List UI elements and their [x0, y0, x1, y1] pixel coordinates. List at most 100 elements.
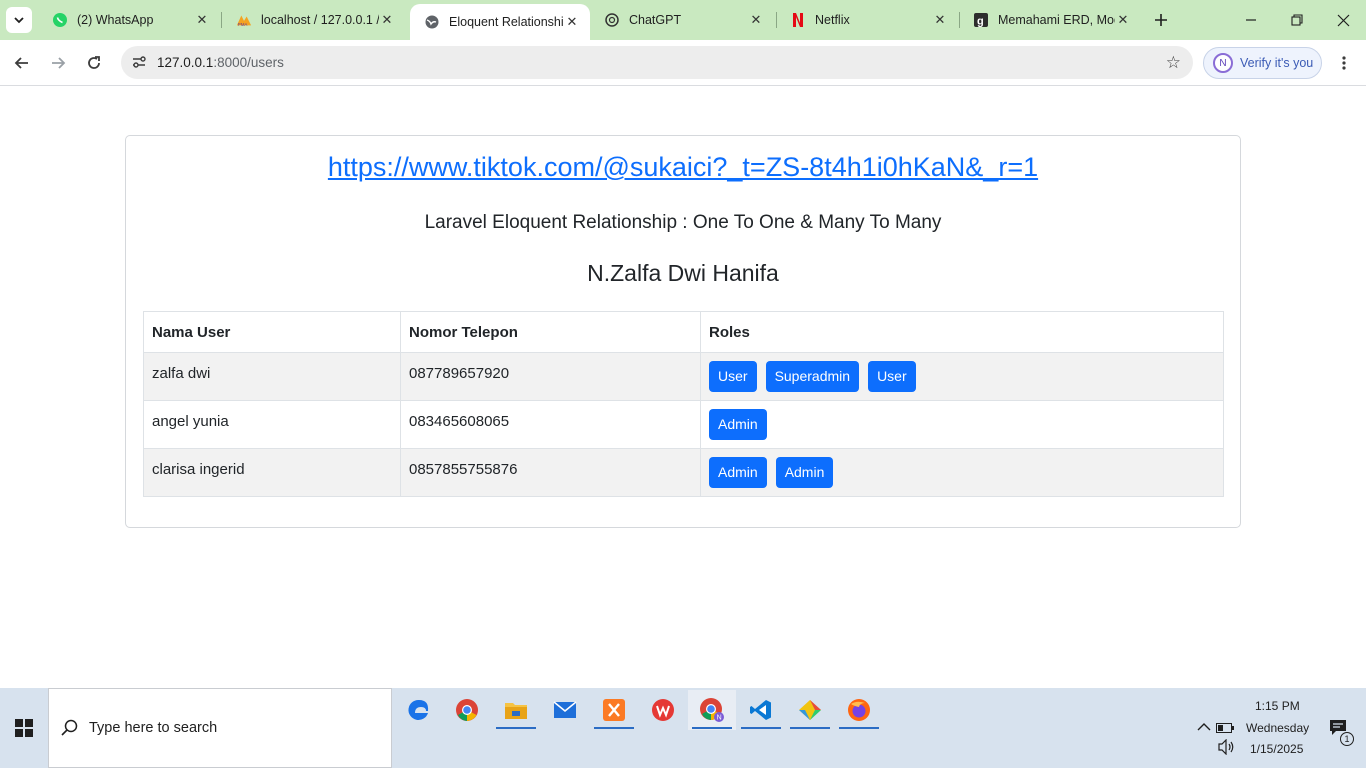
bookmark-star-icon[interactable]: ☆ [1166, 53, 1181, 73]
tab-title: Eloquent Relationship [449, 15, 564, 29]
svg-text:PMA: PMA [238, 22, 248, 27]
tab-strip: (2) WhatsApp ✕ PMA localhost / 127.0.0.1… [0, 0, 1366, 40]
user-name-cell: clarisa ingerid [143, 448, 401, 497]
close-icon[interactable]: ✕ [748, 12, 764, 28]
arrow-left-icon [14, 57, 28, 69]
role-button[interactable]: User [709, 361, 757, 392]
close-icon[interactable]: ✕ [1115, 12, 1131, 28]
role-button[interactable]: User [868, 361, 916, 392]
xampp-icon[interactable] [590, 690, 638, 730]
header-roles: Roles [700, 311, 1224, 353]
address-bar[interactable]: 127.0.0.1:8000/users ☆ [121, 46, 1193, 79]
profile-button[interactable]: N Verify it's you [1203, 47, 1322, 79]
firefox-icon[interactable] [835, 690, 883, 730]
edge-icon[interactable] [395, 690, 443, 730]
url-path: :8000/users [213, 55, 284, 70]
close-window-button[interactable] [1320, 0, 1366, 40]
g-icon: g [973, 12, 989, 28]
volume-icon[interactable] [1206, 727, 1246, 767]
author-name: N.Zalfa Dwi Hanifa [587, 260, 779, 286]
search-placeholder: Type here to search [89, 720, 218, 736]
tab-memahami-erd[interactable]: g Memahami ERD, Mod ✕ [959, 0, 1141, 40]
running-indicator [790, 727, 830, 729]
roles-cell: Admin [700, 400, 1224, 449]
vscode-icon[interactable] [737, 690, 785, 730]
start-button[interactable] [0, 688, 48, 768]
globe-icon [424, 14, 440, 30]
wps-office-icon[interactable] [639, 690, 687, 730]
minimize-icon [1246, 19, 1256, 21]
users-table: Nama User Nomor Telepon Roles zalfa dwi … [143, 311, 1224, 497]
roles-cell: User Superadmin User [700, 352, 1224, 401]
tab-netflix[interactable]: Netflix ✕ [776, 0, 958, 40]
phone-number: 083465608065 [409, 413, 510, 430]
arrow-right-icon [52, 57, 66, 69]
minimize-button[interactable] [1228, 0, 1274, 40]
taskbar-search[interactable]: Type here to search [48, 688, 392, 768]
restore-icon [1291, 14, 1303, 26]
table-row: clarisa ingerid 0857855755876 Admin Admin [143, 448, 1224, 497]
close-icon[interactable]: ✕ [564, 14, 580, 30]
notification-count-badge: 1 [1340, 732, 1354, 746]
git-icon[interactable] [786, 690, 834, 730]
back-button[interactable] [10, 51, 34, 75]
roles-cell: Admin Admin [700, 448, 1224, 497]
header-nomor-telepon: Nomor Telepon [400, 311, 701, 353]
user-name-cell: angel yunia [143, 400, 401, 449]
profile-label: Verify it's you [1240, 56, 1314, 70]
phone-cell: 083465608065 [400, 400, 701, 449]
notification-center-button[interactable]: 1 [1318, 706, 1358, 750]
reload-icon [88, 56, 100, 69]
table-row: zalfa dwi 087789657920 User Superadmin Use… [143, 352, 1224, 401]
tab-search-button[interactable] [6, 7, 32, 33]
tab-whatsapp[interactable]: (2) WhatsApp ✕ [38, 0, 220, 40]
phpmyadmin-icon: PMA [236, 12, 252, 28]
new-tab-button[interactable] [1150, 9, 1172, 31]
close-icon[interactable]: ✕ [932, 12, 948, 28]
whatsapp-icon [52, 12, 68, 28]
phone-cell: 087789657920 [400, 352, 701, 401]
clock-time[interactable]: 1:15 PM [1255, 699, 1300, 713]
tab-eloquent-relationship[interactable]: Eloquent Relationship ✕ [410, 4, 590, 40]
avatar: N [1213, 53, 1233, 73]
content-card: https://www.tiktok.com/@sukaici?_t=ZS-8t… [125, 135, 1241, 528]
chevron-down-icon [14, 17, 24, 24]
user-name: zalfa dwi [152, 365, 211, 382]
file-explorer-icon[interactable] [492, 690, 540, 730]
running-indicator [692, 727, 732, 729]
header-nama-user: Nama User [143, 311, 401, 353]
role-button[interactable]: Admin [709, 457, 767, 488]
close-icon[interactable]: ✕ [379, 12, 395, 28]
tab-title: (2) WhatsApp [77, 13, 154, 27]
plus-icon [1155, 14, 1167, 26]
reload-button[interactable] [82, 51, 106, 75]
svg-text:g: g [977, 16, 984, 28]
role-button[interactable]: Superadmin [765, 361, 860, 392]
restore-button[interactable] [1274, 0, 1320, 40]
netflix-icon [790, 12, 806, 28]
tab-chatgpt[interactable]: ChatGPT ✕ [590, 0, 774, 40]
tab-title: localhost / 127.0.0.1 / [261, 13, 379, 27]
chrome-profile-icon[interactable]: N [688, 690, 736, 730]
page-subtitle: Laravel Eloquent Relationship : One To O… [424, 212, 942, 233]
close-icon[interactable]: ✕ [194, 12, 210, 28]
clock-day: Wednesday [1246, 721, 1310, 735]
running-indicator [741, 727, 781, 729]
role-button[interactable]: Admin [709, 409, 767, 440]
phone-cell: 0857855755876 [400, 448, 701, 497]
tiktok-link[interactable]: https://www.tiktok.com/@sukaici?_t=ZS-8t… [126, 152, 1240, 183]
windows-taskbar: Type here to search N 1:15 PM Wednesday … [0, 688, 1366, 768]
windows-logo-icon [15, 719, 33, 737]
close-icon [1337, 14, 1349, 26]
browser-menu-button[interactable] [1334, 51, 1354, 75]
site-info-icon[interactable] [131, 54, 147, 70]
chatgpt-icon [604, 12, 620, 28]
mail-icon[interactable] [541, 690, 589, 730]
role-button[interactable]: Admin [775, 457, 834, 488]
user-name: clarisa ingerid [152, 461, 245, 478]
chrome-icon[interactable] [443, 690, 491, 730]
tab-phpmyadmin[interactable]: PMA localhost / 127.0.0.1 / ✕ [222, 0, 405, 40]
tab-title: ChatGPT [629, 13, 682, 27]
forward-button[interactable] [46, 51, 70, 75]
url-host: 127.0.0.1 [157, 55, 214, 70]
